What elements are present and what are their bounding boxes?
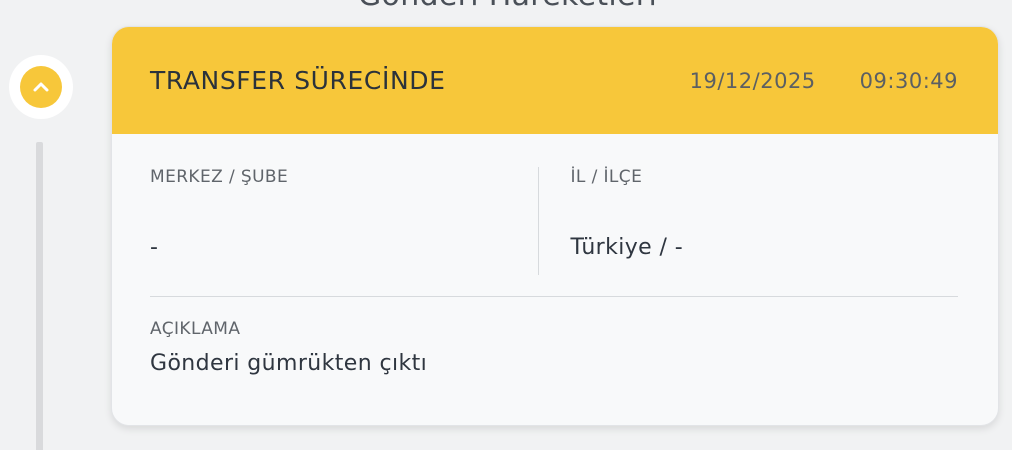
event-details: MERKEZ / ŞUBE - İL / İLÇE Türkiye / - AÇ… <box>112 134 998 376</box>
timeline-toggle-button[interactable] <box>9 55 73 119</box>
event-time: 09:30:49 <box>859 68 958 93</box>
timeline-node-circle <box>20 66 62 108</box>
chevron-up-icon <box>33 82 49 92</box>
description-section: AÇIKLAMA Gönderi gümrükten çıktı <box>150 297 958 376</box>
location-label: İL / İLÇE <box>570 167 643 187</box>
branch-label: MERKEZ / ŞUBE <box>150 167 289 187</box>
timeline-line <box>36 142 43 450</box>
shipment-movements-page: Gönderi Hareketleri TRANSFER SÜRECİNDE 1… <box>0 0 1012 450</box>
location-value: Türkiye / - <box>570 235 684 260</box>
event-header: TRANSFER SÜRECİNDE 19/12/2025 09:30:49 <box>112 27 998 134</box>
description-value: Gönderi gümrükten çıktı <box>150 351 428 376</box>
status-title: TRANSFER SÜRECİNDE <box>150 66 446 95</box>
location-column: İL / İLÇE Türkiye / - <box>539 167 959 296</box>
location-row: MERKEZ / ŞUBE - İL / İLÇE Türkiye / - <box>150 134 958 297</box>
event-date: 19/12/2025 <box>689 68 816 93</box>
branch-value: - <box>150 235 159 260</box>
description-label: AÇIKLAMA <box>150 319 241 339</box>
shipment-event-card: TRANSFER SÜRECİNDE 19/12/2025 09:30:49 M… <box>111 26 999 426</box>
branch-column: MERKEZ / ŞUBE - <box>150 167 539 275</box>
section-title: Gönderi Hareketleri <box>358 0 657 13</box>
